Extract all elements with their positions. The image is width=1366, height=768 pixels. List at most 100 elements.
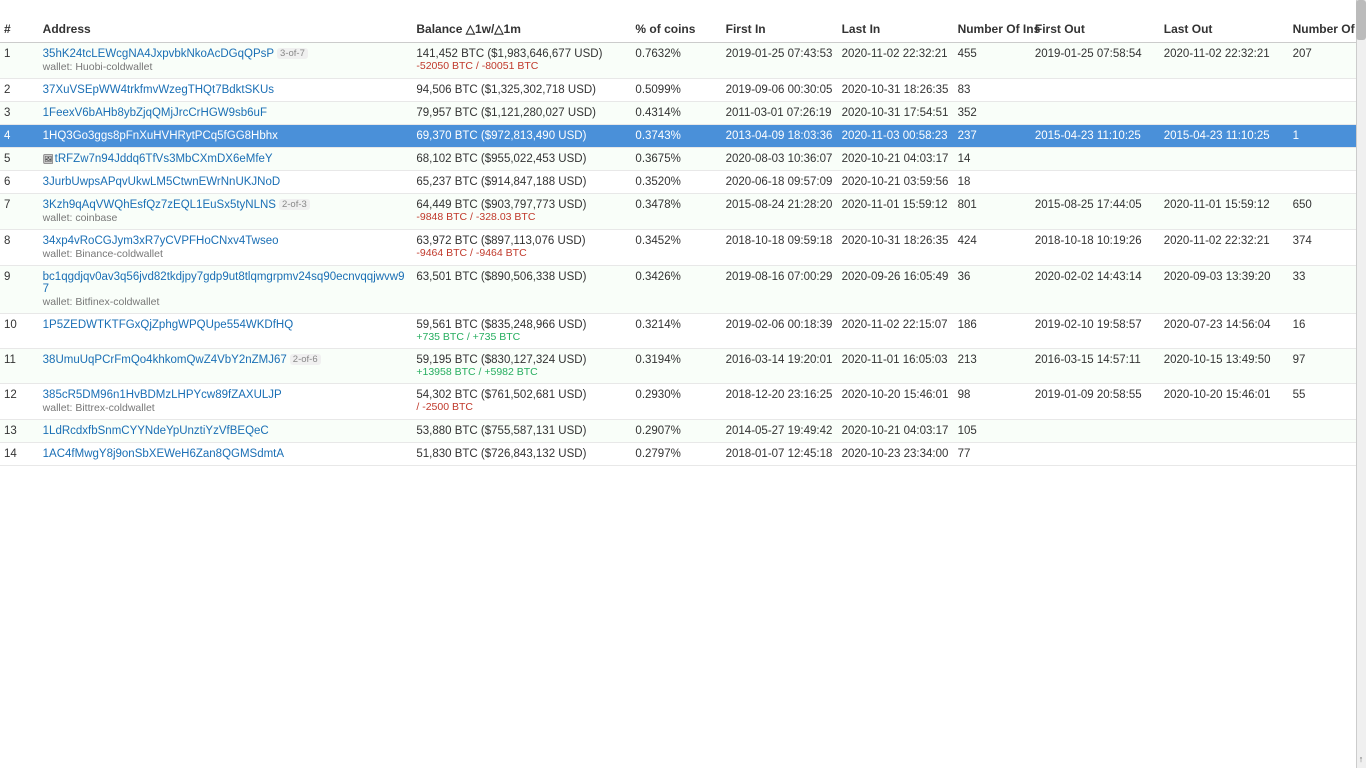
- row-balance: 69,370 BTC ($972,813,490 USD): [412, 125, 631, 148]
- row-num: 3: [0, 102, 39, 125]
- row-num-outs: 374: [1289, 230, 1366, 266]
- row-pct: 0.3675%: [631, 148, 721, 171]
- address-link[interactable]: 35hK24tcLEWcgNA4JxpvbkNkoAcDGqQPsP: [43, 48, 274, 60]
- wallet-label: wallet: Bittrex-coldwallet: [43, 402, 409, 414]
- row-first-out: 2019-01-09 20:58:55: [1031, 384, 1160, 420]
- table-row: 63JurbUwpsAPqvUkwLM5CtwnEWrNnUKJNoD65,23…: [0, 171, 1366, 194]
- scroll-down-arrow[interactable]: ↑: [1356, 754, 1366, 764]
- row-balance: 65,237 BTC ($914,847,188 USD): [412, 171, 631, 194]
- row-pct: 0.3478%: [631, 194, 721, 230]
- row-address-cell: 1FeexV6bAHb8ybZjqQMjJrcCrHGW9sb6uF: [39, 102, 413, 125]
- address-link[interactable]: 385cR5DM96n1HvBDMzLHPYcw89fZAXULJP: [43, 389, 282, 401]
- row-balance: 63,501 BTC ($890,506,338 USD): [412, 266, 631, 314]
- row-num-ins: 18: [954, 171, 1031, 194]
- row-last-out: 2020-10-15 13:49:50: [1160, 349, 1289, 384]
- col-header-first-in: First In: [722, 16, 838, 43]
- row-num-outs: [1289, 79, 1366, 102]
- row-balance: 51,830 BTC ($726,843,132 USD): [412, 443, 631, 466]
- row-num: 7: [0, 194, 39, 230]
- address-link[interactable]: 3JurbUwpsAPqvUkwLM5CtwnEWrNnUKJNoD: [43, 176, 281, 188]
- row-num: 4: [0, 125, 39, 148]
- row-last-in: 2020-11-01 16:05:03: [838, 349, 954, 384]
- address-link[interactable]: 1FeexV6bAHb8ybZjqQMjJrcCrHGW9sb6uF: [43, 107, 267, 119]
- row-last-in: 2020-11-02 22:15:07: [838, 314, 954, 349]
- balance-main: 51,830 BTC ($726,843,132 USD): [416, 448, 586, 460]
- richest-addresses-table: # Address Balance △1w/△1m % of coins Fir…: [0, 16, 1366, 466]
- table-row: 141AC4fMwgY8j9onSbXEWeH6Zan8QGMSdmtA51,8…: [0, 443, 1366, 466]
- address-link[interactable]: bc1qgdjqv0av3q56jvd82tkdjpy7gdp9ut8tlqmg…: [43, 271, 405, 295]
- row-num: 5: [0, 148, 39, 171]
- row-balance: 64,449 BTC ($903,797,773 USD)-9848 BTC /…: [412, 194, 631, 230]
- balance-main: 64,449 BTC ($903,797,773 USD): [416, 199, 586, 211]
- row-pct: 0.3194%: [631, 349, 721, 384]
- row-last-out: 2020-11-02 22:32:21: [1160, 230, 1289, 266]
- col-header-num-ins: Number Of Ins: [954, 16, 1031, 43]
- row-num: 9: [0, 266, 39, 314]
- wallet-label: wallet: coinbase: [43, 212, 409, 224]
- row-num-outs: 97: [1289, 349, 1366, 384]
- row-pct: 0.3520%: [631, 171, 721, 194]
- table-row: 834xp4vRoCGJym3xR7yCVPFHoCNxv4Twseowalle…: [0, 230, 1366, 266]
- row-last-out: [1160, 171, 1289, 194]
- balance-main: 63,501 BTC ($890,506,338 USD): [416, 271, 586, 283]
- row-first-out: [1031, 148, 1160, 171]
- row-num: 12: [0, 384, 39, 420]
- row-num-ins: 424: [954, 230, 1031, 266]
- row-first-out: 2015-08-25 17:44:05: [1031, 194, 1160, 230]
- address-link[interactable]: 37XuVSEpWW4trkfmvWzegTHQt7BdktSKUs: [43, 84, 274, 96]
- table-row: 131LdRcdxfbSnmCYYNdeYpUnztiYzVfBEQeC53,8…: [0, 420, 1366, 443]
- row-last-in: 2020-10-31 17:54:51: [838, 102, 954, 125]
- row-last-out: 2015-04-23 11:10:25: [1160, 125, 1289, 148]
- row-last-in: 2020-10-31 18:26:35: [838, 230, 954, 266]
- row-num-ins: 237: [954, 125, 1031, 148]
- row-pct: 0.3426%: [631, 266, 721, 314]
- row-num-outs: [1289, 420, 1366, 443]
- address-link[interactable]: 1AC4fMwgY8j9onSbXEWeH6Zan8QGMSdmtA: [43, 448, 284, 460]
- balance-main: 94,506 BTC ($1,325,302,718 USD): [416, 84, 596, 96]
- row-address-cell: 38UmuUqPCrFmQo4khkomQwZ4VbY2nZMJ672-of-6: [39, 349, 413, 384]
- scrollbar[interactable]: ↑: [1356, 0, 1366, 768]
- row-first-in: 2019-02-06 00:18:39: [722, 314, 838, 349]
- row-last-out: 2020-09-03 13:39:20: [1160, 266, 1289, 314]
- row-last-in: 2020-10-21 04:03:17: [838, 148, 954, 171]
- balance-main: 54,302 BTC ($761,502,681 USD): [416, 389, 586, 401]
- balance-change: / -2500 BTC: [416, 401, 627, 413]
- table-row: 1138UmuUqPCrFmQo4khkomQwZ4VbY2nZMJ672-of…: [0, 349, 1366, 384]
- row-num-outs: [1289, 148, 1366, 171]
- row-num-outs: [1289, 443, 1366, 466]
- row-num-ins: 455: [954, 43, 1031, 79]
- address-link[interactable]: 1LdRcdxfbSnmCYYNdeYpUnztiYzVfBEQeC: [43, 425, 269, 437]
- row-last-out: 2020-11-01 15:59:12: [1160, 194, 1289, 230]
- col-header-pct: % of coins: [631, 16, 721, 43]
- row-num-ins: 105: [954, 420, 1031, 443]
- row-num-ins: 801: [954, 194, 1031, 230]
- wallet-label: wallet: Huobi-coldwallet: [43, 61, 409, 73]
- row-num-outs: [1289, 171, 1366, 194]
- row-first-in: 2014-05-27 19:49:42: [722, 420, 838, 443]
- address-link[interactable]: 1HQ3Go3ggs8pFnXuHVHRytPCq5fGG8Hbhx: [43, 130, 278, 142]
- row-pct: 0.2797%: [631, 443, 721, 466]
- row-pct: 0.2907%: [631, 420, 721, 443]
- row-first-in: 2020-08-03 10:36:07: [722, 148, 838, 171]
- balance-change: +13958 BTC / +5982 BTC: [416, 366, 627, 378]
- table-row: 9bc1qgdjqv0av3q56jvd82tkdjpy7gdp9ut8tlqm…: [0, 266, 1366, 314]
- address-link[interactable]: 3Kzh9qAqVWQhEsfQz7zEQL1EuSx5tyNLNS: [43, 199, 276, 211]
- row-balance: 141,452 BTC ($1,983,646,677 USD)-52050 B…: [412, 43, 631, 79]
- scrollbar-thumb[interactable]: [1356, 0, 1366, 40]
- address-link[interactable]: 38UmuUqPCrFmQo4khkomQwZ4VbY2nZMJ67: [43, 354, 287, 366]
- address-link[interactable]: tRFZw7n94Jddq6TfVs3MbCXmDX6eMfeY: [55, 153, 273, 165]
- address-link[interactable]: 1P5ZEDWTKTFGxQjZphgWPQUpe554WKDfHQ: [43, 319, 294, 331]
- row-pct: 0.3743%: [631, 125, 721, 148]
- table-row: 12 385cR5DM96n1HvBDMzLHPYcw89fZAXULJPwall…: [0, 384, 1366, 420]
- row-address-cell: 1AC4fMwgY8j9onSbXEWeH6Zan8QGMSdmtA: [39, 443, 413, 466]
- table-row: 4 1HQ3Go3ggs8pFnXuHVHRytPCq5fGG8Hbhx 69,37…: [0, 125, 1366, 148]
- row-num-ins: 14: [954, 148, 1031, 171]
- row-num-ins: 213: [954, 349, 1031, 384]
- row-balance: 54,302 BTC ($761,502,681 USD)/ -2500 BTC: [412, 384, 631, 420]
- row-first-out: [1031, 171, 1160, 194]
- address-link[interactable]: 34xp4vRoCGJym3xR7yCVPFHoCNxv4Twseo: [43, 235, 279, 247]
- row-num: 8: [0, 230, 39, 266]
- row-num-outs: 55: [1289, 384, 1366, 420]
- row-address-cell: 1HQ3Go3ggs8pFnXuHVHRytPCq5fGG8Hbhx: [39, 125, 413, 148]
- row-num: 2: [0, 79, 39, 102]
